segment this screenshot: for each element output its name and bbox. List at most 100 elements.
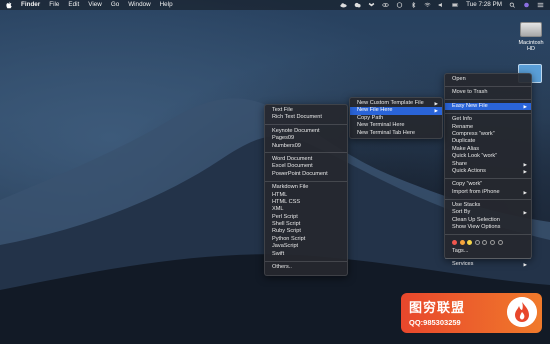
menu-item-text-file[interactable]: Text File [265,107,347,114]
tag-blue[interactable] [482,240,488,246]
search-icon[interactable] [509,2,516,8]
menu-item-markdown-file[interactable]: Markdown File [265,184,347,191]
menu-item-duplicate[interactable]: Duplicate [445,138,531,145]
cloud-icon[interactable] [340,2,347,8]
menu-item-swift[interactable]: Swift [265,251,347,258]
tag-color-row [445,238,531,248]
menu-item-ruby-script[interactable]: Ruby Script [265,228,347,235]
menu-item-python-script[interactable]: Python Script [265,236,347,243]
menu-item-get-info[interactable]: Get Info [445,116,531,123]
notification-center-icon[interactable] [537,2,544,8]
apple-icon[interactable] [6,1,12,9]
menu-item-easy-new-file[interactable]: Easy New File ▶ [445,102,531,111]
menu-item-html[interactable]: HTML [265,192,347,199]
menu-item-copy[interactable]: Copy “work” [445,181,531,188]
menu-item-new-custom-template-file[interactable]: New Custom Template File ▶ [350,100,442,107]
menu-item-new-terminal-here[interactable]: New Terminal Here [350,122,442,129]
menu-item-html-css[interactable]: HTML CSS [265,199,347,206]
new-file-here-submenu: Text File Rich Text Document Keynote Doc… [264,104,348,276]
menu-go[interactable]: Go [111,0,119,10]
menu-item-javascript[interactable]: JavaScript [265,243,347,250]
hard-drive-icon [520,22,542,37]
menu-item-xml[interactable]: XML [265,206,347,213]
menu-item-quick-actions[interactable]: Quick Actions ▶ [445,168,531,175]
menu-item-rename[interactable]: Rename [445,124,531,131]
tag-gray[interactable] [497,240,503,246]
menu-separator [445,257,531,259]
menu-help[interactable]: Help [160,0,173,10]
menu-item-share[interactable]: Share ▶ [445,161,531,168]
volume-icon[interactable] [438,2,445,8]
wifi-icon[interactable] [424,2,431,8]
menu-item-import-from-iphone[interactable]: Import from iPhone ▶ [445,189,531,196]
drive-label: Macintosh HD [518,40,544,52]
menu-item-label: Quick Actions [452,167,486,174]
submenu-arrow-icon: ▶ [523,189,527,195]
submenu-arrow-icon: ▶ [523,168,527,174]
menu-item-label: Sort By [452,209,471,216]
menu-item-tags[interactable]: Tags... [445,248,531,255]
submenu-arrow-icon: ▶ [523,210,527,216]
tag-orange[interactable] [459,240,465,246]
tag-yellow[interactable] [467,240,473,246]
menu-item-numbers09[interactable]: Numbers09 [265,143,347,150]
menu-view[interactable]: View [88,0,102,10]
menu-separator [445,234,531,236]
menu-item-label: Services [452,261,474,268]
menu-separator [445,112,531,114]
chat-icon[interactable] [354,2,361,8]
menu-item-compress[interactable]: Compress “work” [445,131,531,138]
siri-icon[interactable] [523,2,530,8]
menu-item-label: New Custom Template File [357,100,424,106]
menu-window[interactable]: Window [128,0,150,10]
menu-edit[interactable]: Edit [68,0,79,10]
tag-red[interactable] [452,240,457,246]
menu-item-label: Easy New File [452,102,488,109]
menu-item-keynote-document[interactable]: Keynote Document [265,128,347,135]
menu-item-copy-path[interactable]: Copy Path [350,115,442,122]
battery-icon[interactable] [452,2,459,8]
menu-separator [445,198,531,200]
menu-separator [265,260,347,262]
menu-item-quick-look[interactable]: Quick Look “work” [445,153,531,160]
menu-item-sort-by[interactable]: Sort By ▶ [445,209,531,216]
menu-item-make-alias[interactable]: Make Alias [445,146,531,153]
menu-separator [265,152,347,154]
menu-item-new-file-here[interactable]: New File Here ▶ [350,107,442,115]
bluetooth-icon[interactable] [410,2,417,8]
menu-item-rich-text-document[interactable]: Rich Text Document [265,114,347,121]
menu-item-perl-script[interactable]: Perl Script [265,214,347,221]
menu-item-others[interactable]: Others.. [265,264,347,271]
dropbox-icon[interactable] [368,2,375,8]
menu-item-label: Share [452,160,467,167]
clock-menu-icon[interactable] [396,2,403,8]
eye-icon[interactable] [382,2,389,8]
menu-item-open[interactable]: Open [445,76,531,83]
menu-item-label: New File Here [357,107,393,114]
menu-item-use-stacks[interactable]: Use Stacks [445,202,531,209]
menu-item-show-view-options[interactable]: Show View Options [445,224,531,231]
menu-item-services[interactable]: Services ▶ [445,261,531,268]
tag-green[interactable] [474,240,480,246]
watermark-qq: QQ:985303259 [409,318,461,327]
menu-separator [265,124,347,126]
menu-file[interactable]: File [49,0,59,10]
flame-logo-icon [507,297,537,327]
submenu-arrow-icon: ▶ [523,262,527,268]
menu-item-word-document[interactable]: Word Document [265,156,347,163]
menu-item-powerpoint-document[interactable]: PowerPoint Document [265,171,347,178]
submenu-arrow-icon: ▶ [523,161,527,167]
menu-item-move-to-trash[interactable]: Move to Trash [445,89,531,96]
menu-item-pages09[interactable]: Pages09 [265,135,347,142]
macintosh-hd-desktop-icon[interactable]: Macintosh HD [514,22,548,52]
tag-purple[interactable] [489,240,495,246]
menu-separator [445,85,531,87]
menubar-clock[interactable]: Tue 7:28 PM [466,0,502,10]
app-name-menu[interactable]: Finder [21,0,40,10]
menu-separator [265,180,347,182]
menu-item-shell-script[interactable]: Shell Script [265,221,347,228]
menu-item-excel-document[interactable]: Excel Document [265,163,347,170]
submenu-arrow-icon: ▶ [434,108,438,114]
menu-item-clean-up-selection[interactable]: Clean Up Selection [445,217,531,224]
menu-item-new-terminal-tab-here[interactable]: New Terminal Tab Here [350,130,442,137]
